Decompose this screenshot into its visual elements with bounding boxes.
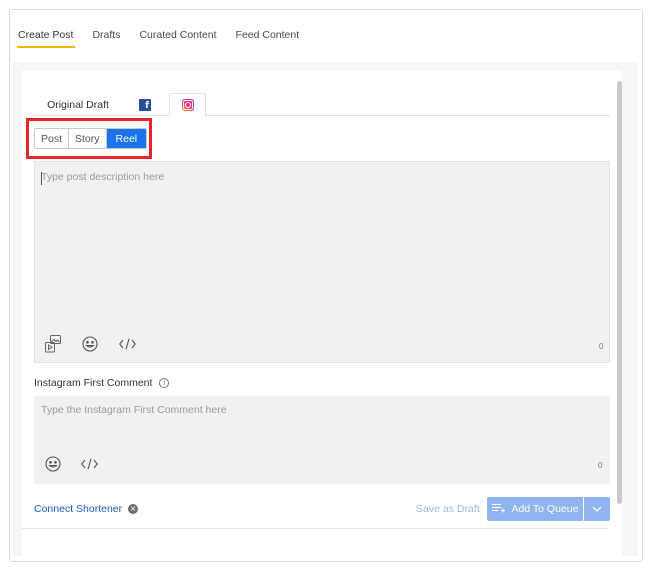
media-icon[interactable] [45, 335, 62, 356]
post-description-box: 0 [34, 161, 610, 363]
code-icon[interactable] [119, 338, 136, 353]
tab-feed-content[interactable]: Feed Content [236, 26, 300, 48]
facebook-icon: f [139, 98, 151, 111]
footer-divider [22, 528, 609, 529]
save-as-draft-button[interactable]: Save as Draft [416, 503, 480, 515]
first-comment-label: Instagram First Comment [34, 377, 153, 389]
connect-shortener-label: Connect Shortener [34, 503, 123, 515]
queue-icon [491, 503, 506, 516]
post-type-reel-button[interactable]: Reel [106, 129, 147, 148]
emoji-icon[interactable] [82, 336, 98, 355]
close-icon[interactable]: × [128, 504, 139, 514]
add-to-queue-label: Add To Queue [511, 503, 579, 515]
post-type-selector: Post Story Reel [34, 128, 148, 149]
first-comment-box: 0 [34, 396, 610, 484]
comment-char-counter: 0 [598, 461, 603, 470]
queue-options-button[interactable] [584, 497, 610, 521]
top-tabs: Create Post Drafts Curated Content Feed … [16, 26, 318, 48]
add-to-queue-button[interactable]: Add To Queue [487, 497, 583, 521]
connect-shortener-link[interactable]: Connect Shortener × [34, 503, 139, 515]
chevron-down-icon [592, 503, 602, 515]
code-icon[interactable] [81, 458, 98, 473]
post-type-post-button[interactable]: Post [35, 129, 70, 148]
tab-create-post[interactable]: Create Post [16, 26, 76, 48]
tab-drafts[interactable]: Drafts [92, 26, 120, 48]
instagram-icon [181, 99, 194, 111]
post-type-story-button[interactable]: Story [69, 129, 107, 148]
first-comment-label-row: Instagram First Comment i [34, 377, 170, 389]
post-description-input[interactable] [41, 171, 601, 321]
tab-facebook[interactable]: f [126, 93, 164, 116]
description-char-counter: 0 [599, 342, 604, 351]
first-comment-input[interactable] [41, 404, 601, 444]
text-caret [41, 172, 42, 185]
info-icon[interactable]: i [159, 378, 170, 388]
emoji-icon[interactable] [45, 456, 61, 475]
scrollbar[interactable] [617, 81, 622, 504]
tab-instagram[interactable] [169, 93, 206, 117]
network-tabs: Original Draft f [34, 93, 610, 117]
tab-original-draft[interactable]: Original Draft [34, 93, 122, 116]
tab-curated-content[interactable]: Curated Content [139, 26, 216, 48]
